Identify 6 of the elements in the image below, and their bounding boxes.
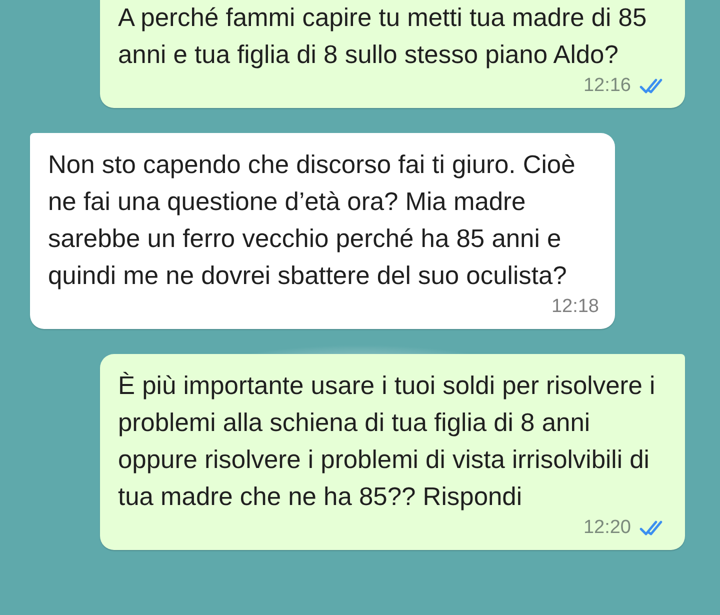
message-text: A perché fammi capire tu metti tua madre di 85 anni e tua figlia di 8 sullo stesso piano Aldo? xyxy=(118,3,648,71)
message-time: 12:16 xyxy=(583,74,631,98)
message-text: Non sto capendo che discorso fai ti giuro. Cioè ne fai una questione d’età ora? Mia madre sarebbe un ferro vecchio perché ha 85 anni e quindi me ne dovrei sbattere del suo oculista? xyxy=(48,150,576,292)
message-time: 12:20 xyxy=(583,516,631,540)
message-text: È più importante usare i tuoi soldi per risolvere i problemi alla schiena di tua figlia di 8 anni oppure risolvere i problemi di vista irrisolvibili di tua madre che ne ha 85?? Rispondi xyxy=(118,370,656,513)
message-time: 12:18 xyxy=(551,295,599,319)
